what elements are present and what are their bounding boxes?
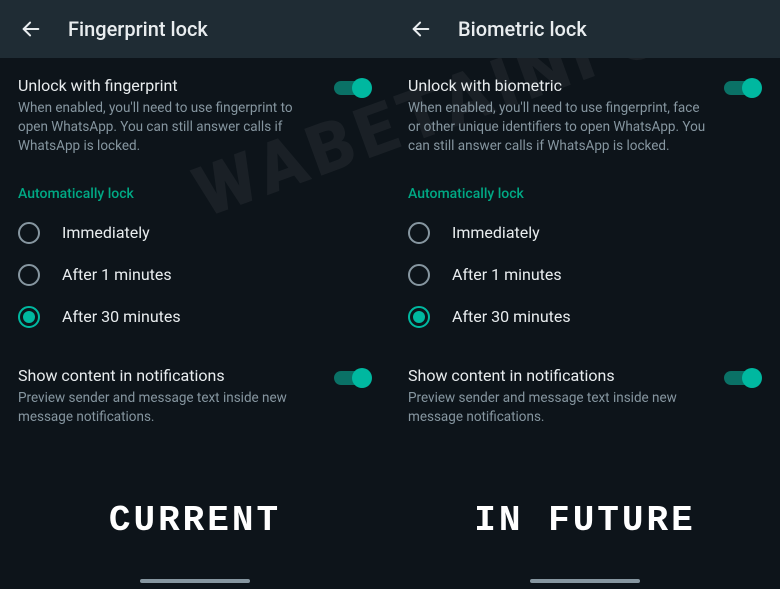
unlock-toggle[interactable] <box>334 78 372 98</box>
arrow-left-icon <box>410 18 432 40</box>
radio-icon <box>408 306 430 328</box>
lock-option-immediately[interactable]: Immediately <box>390 212 780 254</box>
back-button[interactable] <box>14 12 48 46</box>
radio-icon <box>18 306 40 328</box>
unlock-desc: When enabled, you'll need to use fingerp… <box>18 99 324 156</box>
show-content-toggle[interactable] <box>724 368 762 388</box>
radio-label: Immediately <box>62 223 150 242</box>
unlock-setting[interactable]: Unlock with biometric When enabled, you'… <box>390 58 780 172</box>
radio-label: After 1 minutes <box>452 265 562 284</box>
arrow-left-icon <box>20 18 42 40</box>
unlock-title: Unlock with fingerprint <box>18 76 324 95</box>
show-content-title: Show content in notifications <box>408 366 714 385</box>
lock-option-immediately[interactable]: Immediately <box>0 212 390 254</box>
auto-lock-header: Automatically lock <box>390 172 780 212</box>
radio-label: Immediately <box>452 223 540 242</box>
radio-icon <box>408 222 430 244</box>
page-title: Biometric lock <box>458 17 587 41</box>
nav-handle[interactable] <box>530 579 640 583</box>
panel-future: Biometric lock Unlock with biometric Whe… <box>390 0 780 589</box>
unlock-title: Unlock with biometric <box>408 76 714 95</box>
show-content-toggle[interactable] <box>334 368 372 388</box>
panel-current: Fingerprint lock Unlock with fingerprint… <box>0 0 390 589</box>
nav-handle[interactable] <box>140 579 250 583</box>
show-content-desc: Preview sender and message text inside n… <box>408 389 714 427</box>
page-title: Fingerprint lock <box>68 17 208 41</box>
show-content-setting[interactable]: Show content in notifications Preview se… <box>390 348 780 443</box>
lock-option-30min[interactable]: After 30 minutes <box>390 296 780 338</box>
radio-icon <box>408 264 430 286</box>
lock-option-1min[interactable]: After 1 minutes <box>390 254 780 296</box>
radio-icon <box>18 264 40 286</box>
back-button[interactable] <box>404 12 438 46</box>
appbar: Fingerprint lock <box>0 0 390 58</box>
lock-option-30min[interactable]: After 30 minutes <box>0 296 390 338</box>
radio-label: After 1 minutes <box>62 265 172 284</box>
unlock-toggle[interactable] <box>724 78 762 98</box>
show-content-title: Show content in notifications <box>18 366 324 385</box>
radio-icon <box>18 222 40 244</box>
radio-label: After 30 minutes <box>62 307 181 326</box>
unlock-setting[interactable]: Unlock with fingerprint When enabled, yo… <box>0 58 390 172</box>
auto-lock-header: Automatically lock <box>0 172 390 212</box>
caption-future: IN FUTURE <box>390 500 780 541</box>
caption-current: CURRENT <box>0 500 390 541</box>
appbar: Biometric lock <box>390 0 780 58</box>
unlock-desc: When enabled, you'll need to use fingerp… <box>408 99 714 156</box>
show-content-setting[interactable]: Show content in notifications Preview se… <box>0 348 390 443</box>
lock-option-1min[interactable]: After 1 minutes <box>0 254 390 296</box>
show-content-desc: Preview sender and message text inside n… <box>18 389 324 427</box>
radio-label: After 30 minutes <box>452 307 571 326</box>
